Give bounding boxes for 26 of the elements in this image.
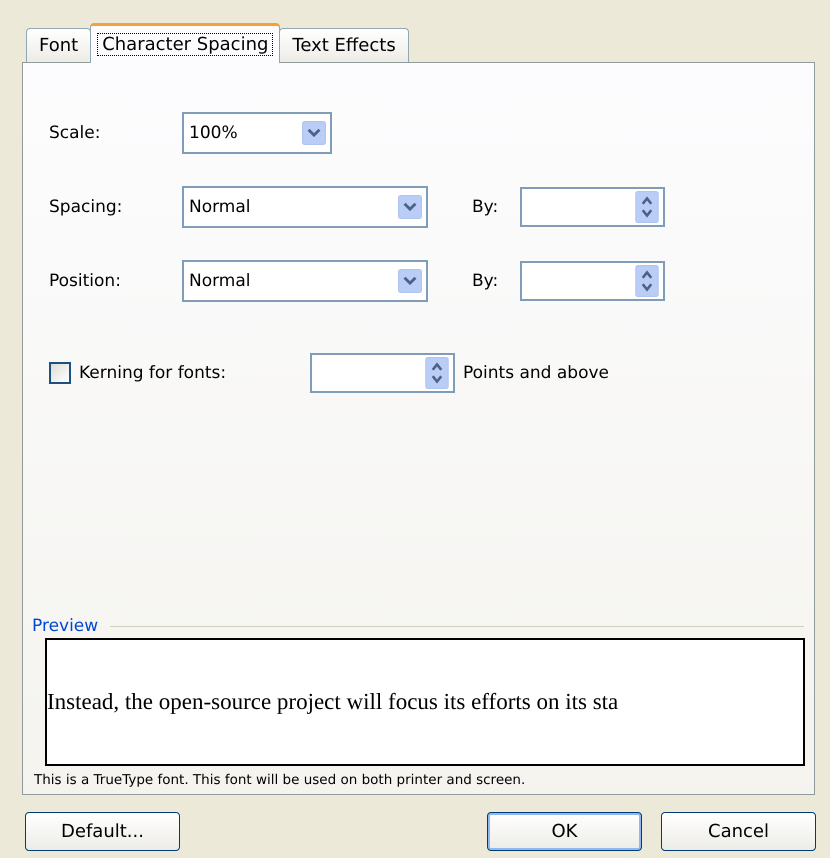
spin-arrows-icon[interactable]	[425, 357, 449, 389]
field-label: Position:	[49, 271, 122, 291]
dialog-button[interactable]: Default...	[25, 812, 180, 851]
dropdown[interactable]: 100%	[182, 112, 332, 154]
dropdown[interactable]: Normal	[182, 186, 428, 228]
font-note: This is a TrueType font. This font will be used on both printer and screen.	[34, 772, 526, 788]
checkbox[interactable]	[49, 362, 71, 384]
dialog-button[interactable]: OK	[487, 812, 642, 851]
preview-text: Instead, the open-source project will focus its efforts on its sta	[47, 689, 618, 715]
dialog-button[interactable]: Cancel	[661, 812, 816, 851]
tab[interactable]: Character Spacing	[90, 23, 280, 63]
spin-arrows-icon[interactable]	[635, 265, 659, 297]
preview-heading: Preview	[32, 616, 98, 636]
spin-field[interactable]	[520, 187, 665, 227]
field-label: Spacing:	[49, 197, 124, 217]
field-label: Points and above	[463, 363, 609, 383]
spin-field[interactable]	[310, 353, 455, 393]
checkbox-label: Kerning for fonts:	[79, 363, 228, 383]
dropdown[interactable]: Normal	[182, 260, 428, 302]
field-label: By:	[472, 197, 500, 217]
spin-arrows-icon[interactable]	[635, 191, 659, 223]
field-label: By:	[472, 271, 500, 291]
field-label: Scale:	[49, 123, 102, 143]
spin-field[interactable]	[520, 261, 665, 301]
tab[interactable]: Font	[26, 28, 92, 62]
tab[interactable]: Text Effects	[279, 28, 409, 62]
